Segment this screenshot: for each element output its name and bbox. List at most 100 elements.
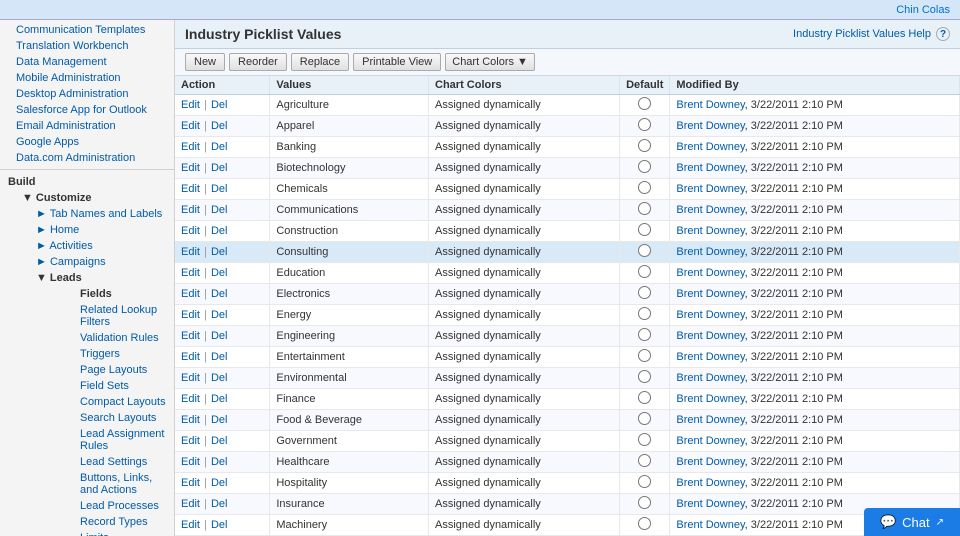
sidebar-item-activities[interactable]: ► Activities xyxy=(28,238,174,254)
del-link[interactable]: Del xyxy=(211,372,228,384)
del-link[interactable]: Del xyxy=(211,477,228,489)
default-radio[interactable] xyxy=(638,181,651,194)
sidebar-leaf-related-lookup[interactable]: Related Lookup Filters xyxy=(48,302,174,330)
edit-link[interactable]: Edit xyxy=(181,267,200,279)
edit-link[interactable]: Edit xyxy=(181,162,200,174)
sidebar-leaf-page-layouts[interactable]: Page Layouts xyxy=(48,362,174,378)
edit-link[interactable]: Edit xyxy=(181,393,200,405)
del-link[interactable]: Del xyxy=(211,204,228,216)
default-radio[interactable] xyxy=(638,160,651,173)
sidebar-item-google-apps[interactable]: Google Apps xyxy=(0,134,174,150)
modified-by-link[interactable]: Brent Downey xyxy=(676,477,744,489)
chat-button[interactable]: 💬 Chat ↗ xyxy=(864,508,960,536)
modified-by-link[interactable]: Brent Downey xyxy=(676,246,744,258)
modified-by-link[interactable]: Brent Downey xyxy=(676,330,744,342)
del-link[interactable]: Del xyxy=(211,330,228,342)
del-link[interactable]: Del xyxy=(211,309,228,321)
edit-link[interactable]: Edit xyxy=(181,519,200,531)
default-radio[interactable] xyxy=(638,433,651,446)
modified-by-link[interactable]: Brent Downey xyxy=(676,309,744,321)
del-link[interactable]: Del xyxy=(211,120,228,132)
edit-link[interactable]: Edit xyxy=(181,330,200,342)
default-radio[interactable] xyxy=(638,475,651,488)
modified-by-link[interactable]: Brent Downey xyxy=(676,162,744,174)
modified-by-link[interactable]: Brent Downey xyxy=(676,120,744,132)
sidebar-section-customize[interactable]: ▼ Customize xyxy=(0,190,174,206)
sidebar-leaf-limits[interactable]: Limits xyxy=(48,530,174,536)
del-link[interactable]: Del xyxy=(211,414,228,426)
default-radio[interactable] xyxy=(638,454,651,467)
edit-link[interactable]: Edit xyxy=(181,246,200,258)
modified-by-link[interactable]: Brent Downey xyxy=(676,351,744,363)
modified-by-link[interactable]: Brent Downey xyxy=(676,519,744,531)
default-radio[interactable] xyxy=(638,370,651,383)
modified-by-link[interactable]: Brent Downey xyxy=(676,141,744,153)
edit-link[interactable]: Edit xyxy=(181,309,200,321)
sidebar-leaf-buttons-links[interactable]: Buttons, Links, and Actions xyxy=(48,470,174,498)
del-link[interactable]: Del xyxy=(211,288,228,300)
default-radio[interactable] xyxy=(638,223,651,236)
sidebar-leaf-assignment-rules[interactable]: Lead Assignment Rules xyxy=(48,426,174,454)
del-link[interactable]: Del xyxy=(211,351,228,363)
sidebar-item-datacom[interactable]: Data.com Administration xyxy=(0,150,174,166)
edit-link[interactable]: Edit xyxy=(181,99,200,111)
sidebar-item-data-mgmt[interactable]: Data Management xyxy=(0,54,174,70)
sidebar-item-tab-names[interactable]: ► Tab Names and Labels xyxy=(28,206,174,222)
modified-by-link[interactable]: Brent Downey xyxy=(676,435,744,447)
sidebar-item-mobile-admin[interactable]: Mobile Administration xyxy=(0,70,174,86)
default-radio[interactable] xyxy=(638,202,651,215)
edit-link[interactable]: Edit xyxy=(181,498,200,510)
default-radio[interactable] xyxy=(638,265,651,278)
sidebar-item-desktop-admin[interactable]: Desktop Administration xyxy=(0,86,174,102)
sidebar-leaf-lead-processes[interactable]: Lead Processes xyxy=(48,498,174,514)
edit-link[interactable]: Edit xyxy=(181,204,200,216)
del-link[interactable]: Del xyxy=(211,267,228,279)
default-radio[interactable] xyxy=(638,244,651,257)
sidebar-item-home[interactable]: ► Home xyxy=(28,222,174,238)
edit-link[interactable]: Edit xyxy=(181,120,200,132)
sidebar-leaf-validation[interactable]: Validation Rules xyxy=(48,330,174,346)
del-link[interactable]: Del xyxy=(211,435,228,447)
modified-by-link[interactable]: Brent Downey xyxy=(676,183,744,195)
del-link[interactable]: Del xyxy=(211,246,228,258)
modified-by-link[interactable]: Brent Downey xyxy=(676,393,744,405)
default-radio[interactable] xyxy=(638,517,651,530)
sidebar-item-comm-templates[interactable]: Communication Templates xyxy=(0,22,174,38)
modified-by-link[interactable]: Brent Downey xyxy=(676,456,744,468)
edit-link[interactable]: Edit xyxy=(181,372,200,384)
edit-link[interactable]: Edit xyxy=(181,351,200,363)
new-button[interactable]: New xyxy=(185,53,225,71)
sidebar-leaf-search-layouts[interactable]: Search Layouts xyxy=(48,410,174,426)
edit-link[interactable]: Edit xyxy=(181,477,200,489)
default-radio[interactable] xyxy=(638,118,651,131)
modified-by-link[interactable]: Brent Downey xyxy=(676,414,744,426)
default-radio[interactable] xyxy=(638,139,651,152)
default-radio[interactable] xyxy=(638,496,651,509)
chart-colors-button[interactable]: Chart Colors ▼ xyxy=(445,53,535,71)
edit-link[interactable]: Edit xyxy=(181,183,200,195)
modified-by-link[interactable]: Brent Downey xyxy=(676,225,744,237)
edit-link[interactable]: Edit xyxy=(181,225,200,237)
modified-by-link[interactable]: Brent Downey xyxy=(676,498,744,510)
sidebar-leaf-lead-settings[interactable]: Lead Settings xyxy=(48,454,174,470)
default-radio[interactable] xyxy=(638,412,651,425)
edit-link[interactable]: Edit xyxy=(181,456,200,468)
sidebar-section-leads[interactable]: ▼ Leads xyxy=(28,270,174,286)
sidebar-item-campaigns[interactable]: ► Campaigns xyxy=(28,254,174,270)
default-radio[interactable] xyxy=(638,391,651,404)
del-link[interactable]: Del xyxy=(211,141,228,153)
modified-by-link[interactable]: Brent Downey xyxy=(676,204,744,216)
reorder-button[interactable]: Reorder xyxy=(229,53,287,71)
modified-by-link[interactable]: Brent Downey xyxy=(676,267,744,279)
del-link[interactable]: Del xyxy=(211,225,228,237)
del-link[interactable]: Del xyxy=(211,498,228,510)
sidebar-leaf-triggers[interactable]: Triggers xyxy=(48,346,174,362)
modified-by-link[interactable]: Brent Downey xyxy=(676,372,744,384)
edit-link[interactable]: Edit xyxy=(181,141,200,153)
del-link[interactable]: Del xyxy=(211,99,228,111)
sidebar-item-translation[interactable]: Translation Workbench xyxy=(0,38,174,54)
sidebar-leaf-field-sets[interactable]: Field Sets xyxy=(48,378,174,394)
edit-link[interactable]: Edit xyxy=(181,414,200,426)
del-link[interactable]: Del xyxy=(211,519,228,531)
default-radio[interactable] xyxy=(638,286,651,299)
